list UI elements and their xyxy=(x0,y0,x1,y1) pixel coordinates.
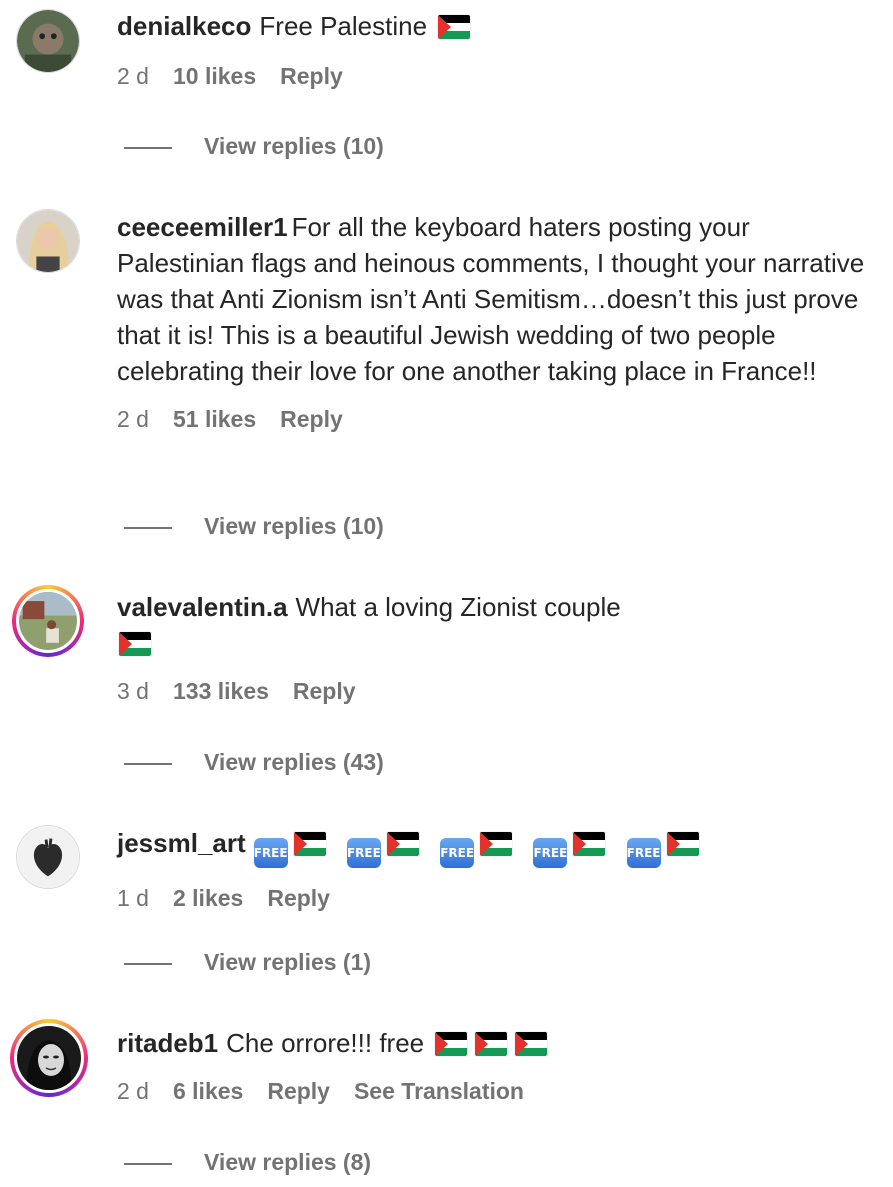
free-badge-icon: FREE xyxy=(346,838,381,868)
reply-button[interactable]: Reply xyxy=(280,406,343,432)
comment-text: valevalentin.a What a loving Zionist coup… xyxy=(117,589,879,661)
reply-button[interactable]: Reply xyxy=(267,1078,330,1104)
avatar-photo-icon xyxy=(17,10,79,72)
palestine-flag-icon xyxy=(438,15,471,39)
free-badge-icon: FREE xyxy=(533,838,568,868)
comment-age: 3 d xyxy=(117,678,149,704)
palestine-flag-icon xyxy=(573,832,606,856)
comment-meta: 3 d 133 likes Reply xyxy=(117,675,879,707)
comment-age: 2 d xyxy=(117,63,149,89)
view-replies-button[interactable]: View replies (8) xyxy=(124,1146,371,1178)
likes-count[interactable]: 10 likes xyxy=(173,63,256,89)
comment-text: ritadeb1 Che orrore!!! free xyxy=(117,1025,879,1061)
avatar[interactable] xyxy=(16,9,80,73)
comment-body: Free Palestine xyxy=(259,11,428,41)
palestine-flag-icon xyxy=(435,1032,468,1056)
avatar-photo-icon xyxy=(19,592,77,650)
avatar[interactable] xyxy=(10,1019,88,1097)
comment-meta: 1 d 2 likes Reply xyxy=(117,882,879,914)
avatar[interactable] xyxy=(12,585,84,657)
avatar[interactable] xyxy=(16,825,80,889)
replies-divider xyxy=(124,762,172,765)
palestine-flag-icon xyxy=(515,1032,548,1056)
comment-age: 2 d xyxy=(117,406,149,432)
comment-text: denialkeco Free Palestine xyxy=(117,8,879,44)
comment-username[interactable]: denialkeco xyxy=(117,11,251,41)
comment-meta: 2 d 6 likes Reply See Translation xyxy=(117,1075,879,1107)
likes-count[interactable]: 133 likes xyxy=(173,678,269,704)
comment-username[interactable]: jessml_art xyxy=(117,828,246,858)
see-translation-button[interactable]: See Translation xyxy=(354,1078,524,1104)
replies-divider xyxy=(124,146,172,149)
view-replies-label: View replies (43) xyxy=(204,749,384,775)
comment-username[interactable]: ritadeb1 xyxy=(117,1028,218,1058)
comment-body: Che orrore!!! free xyxy=(226,1028,425,1058)
palestine-flag-icon xyxy=(293,832,326,856)
reply-button[interactable]: Reply xyxy=(267,885,330,911)
reply-button[interactable]: Reply xyxy=(280,63,343,89)
likes-count[interactable]: 2 likes xyxy=(173,885,243,911)
avatar-photo-icon xyxy=(17,826,79,888)
view-replies-label: View replies (10) xyxy=(204,133,384,159)
free-badge-icon: FREE xyxy=(253,838,288,868)
view-replies-button[interactable]: View replies (1) xyxy=(124,946,371,978)
replies-divider xyxy=(124,962,172,965)
view-replies-label: View replies (1) xyxy=(204,949,372,975)
view-replies-button[interactable]: View replies (10) xyxy=(124,130,384,162)
view-replies-button[interactable]: View replies (10) xyxy=(124,510,384,542)
likes-count[interactable]: 51 likes xyxy=(173,406,256,432)
comment-age: 2 d xyxy=(117,1078,149,1104)
free-badge-icon: FREE xyxy=(626,838,661,868)
palestine-flag-icon xyxy=(480,832,513,856)
avatar-photo-icon xyxy=(17,1026,81,1090)
comment-meta: 2 d 10 likes Reply xyxy=(117,60,879,92)
replies-divider xyxy=(124,1162,172,1165)
replies-divider xyxy=(124,526,172,529)
comment-meta: 2 d 51 likes Reply xyxy=(117,403,879,435)
palestine-flag-icon xyxy=(386,832,419,856)
comment-body: What a loving Zionist couple xyxy=(295,592,621,622)
likes-count[interactable]: 6 likes xyxy=(173,1078,243,1104)
comment-username[interactable]: valevalentin.a xyxy=(117,592,288,622)
comment-text: jessml_art FREE FREE FREE FREE FREE xyxy=(117,825,879,868)
reply-button[interactable]: Reply xyxy=(293,678,356,704)
avatar[interactable] xyxy=(16,209,80,273)
comment-username[interactable]: ceeceemiller1 xyxy=(117,212,288,242)
view-replies-label: View replies (10) xyxy=(204,513,384,539)
palestine-flag-icon xyxy=(475,1032,508,1056)
avatar-photo-icon xyxy=(17,210,79,272)
comment-text: ceeceemiller1 For all the keyboard haters… xyxy=(117,209,879,389)
free-badge-icon: FREE xyxy=(440,838,475,868)
view-replies-button[interactable]: View replies (43) xyxy=(124,746,384,778)
palestine-flag-icon xyxy=(666,832,699,856)
palestine-flag-icon xyxy=(119,632,151,656)
view-replies-label: View replies (8) xyxy=(204,1149,372,1175)
comment-age: 1 d xyxy=(117,885,149,911)
